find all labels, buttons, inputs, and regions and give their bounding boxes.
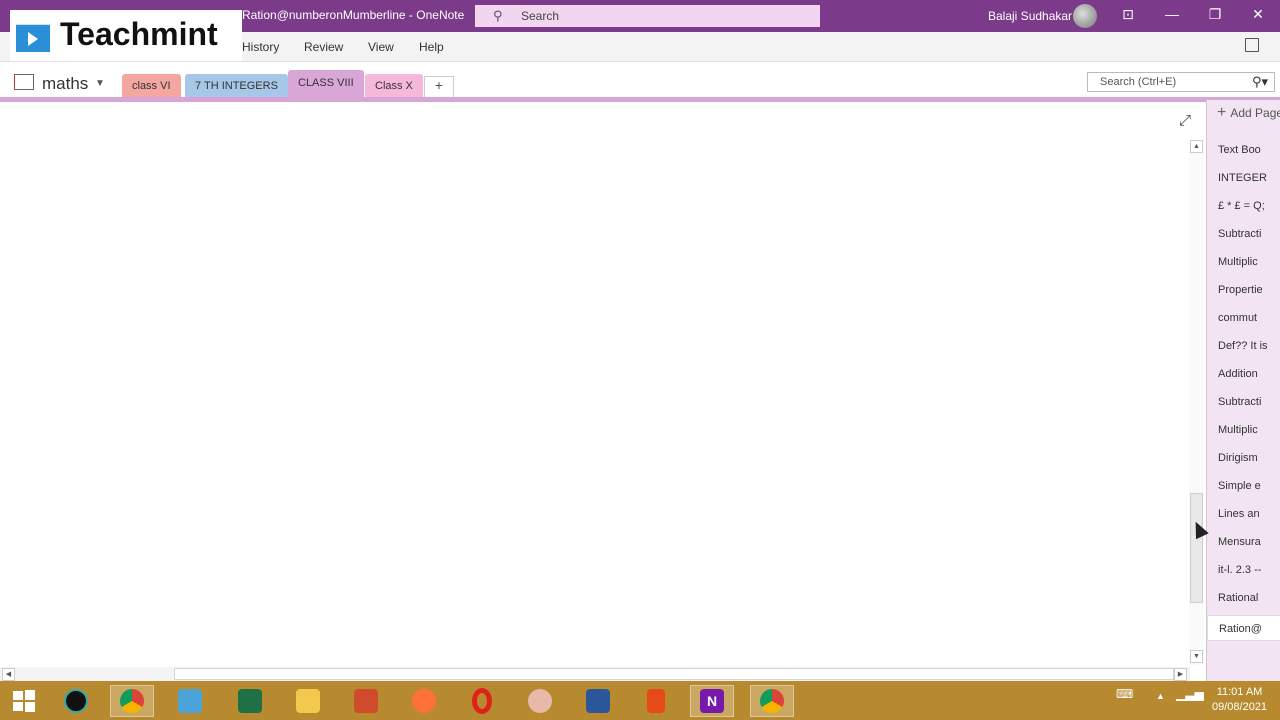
- page-item[interactable]: Mensura: [1218, 536, 1280, 548]
- page-item-current[interactable]: Ration@: [1207, 615, 1280, 641]
- snipping-tool-icon[interactable]: [518, 685, 562, 717]
- notebook-name[interactable]: maths: [42, 74, 88, 94]
- section-tab-label: 7 TH INTEGERS: [195, 80, 278, 92]
- title-search-placeholder: Search: [521, 9, 560, 23]
- teachmint-brand: Teachmint: [60, 16, 218, 52]
- page-item[interactable]: Addition: [1218, 368, 1280, 380]
- page-item[interactable]: INTEGER: [1218, 172, 1280, 184]
- notebook-search-placeholder: Search (Ctrl+E): [1100, 76, 1177, 88]
- ribbon-display-icon[interactable]: ⊡: [1118, 6, 1138, 23]
- scroll-left-arrow-icon[interactable]: ◀: [2, 668, 15, 681]
- clock-time: 11:01 AM: [1216, 686, 1263, 698]
- page-item[interactable]: it-l. 2.3 --: [1218, 564, 1280, 576]
- powerpoint-icon[interactable]: [344, 685, 388, 717]
- office-icon[interactable]: [634, 685, 678, 717]
- opera-icon[interactable]: [460, 685, 504, 717]
- chevron-down-icon[interactable]: ▼: [95, 78, 105, 89]
- teachmint-watermark: Teachmint: [10, 10, 242, 61]
- scroll-down-arrow-icon[interactable]: ▼: [1190, 650, 1203, 663]
- notebook-bar: maths ▼ class VI 7 TH INTEGERS CLASS VII…: [0, 62, 1280, 98]
- chrome-profile-icon[interactable]: [750, 685, 794, 717]
- windows-start-icon[interactable]: [2, 685, 46, 717]
- teachmint-logo-icon: [16, 24, 50, 52]
- menu-history[interactable]: History: [242, 40, 279, 54]
- section-tab-label: Class X: [375, 80, 413, 92]
- page-item[interactable]: £ * £ = Q;: [1218, 200, 1280, 212]
- title-search-box[interactable]: ⚲ Search: [475, 5, 820, 27]
- clock-date: 09/08/2021: [1212, 701, 1268, 713]
- system-clock[interactable]: 11:01 AM 09/08/2021: [1212, 685, 1267, 715]
- section-tab-class-vi[interactable]: class VI: [122, 74, 181, 98]
- excel-icon[interactable]: [228, 685, 272, 717]
- sticky-notes-icon[interactable]: [1245, 38, 1259, 52]
- page-item[interactable]: Subtracti: [1218, 396, 1280, 408]
- section-tab-label: class VI: [132, 80, 171, 92]
- menu-help[interactable]: Help: [419, 40, 444, 54]
- section-tab-7th-integers[interactable]: 7 TH INTEGERS: [185, 74, 288, 98]
- horizontal-scroll-thumb[interactable]: [174, 668, 1174, 680]
- scroll-right-arrow-icon[interactable]: ▶: [1174, 668, 1187, 681]
- close-button[interactable]: ✕: [1248, 6, 1268, 23]
- menu-review[interactable]: Review: [304, 40, 343, 54]
- keyboard-icon[interactable]: ⌨: [1116, 687, 1133, 701]
- taskbar: N ⌨ ▲ ▁▃▅ 11:01 AM 09/08/2021: [0, 681, 1280, 720]
- file-explorer-icon[interactable]: [286, 685, 330, 717]
- window-title: Ration@numberonMumberline - OneNote: [242, 8, 465, 22]
- search-icon: ⚲: [493, 8, 503, 23]
- scroll-up-arrow-icon[interactable]: ▲: [1190, 140, 1203, 153]
- page-item[interactable]: Subtracti: [1218, 228, 1280, 240]
- page-item[interactable]: Propertie: [1218, 284, 1280, 296]
- section-tab-class-x[interactable]: Class X: [365, 74, 423, 98]
- notebook-search-input[interactable]: Search (Ctrl+E) ⚲▾: [1087, 72, 1275, 92]
- add-page-button[interactable]: + Add Page: [1217, 104, 1280, 122]
- tray-expand-icon[interactable]: ▲: [1156, 691, 1165, 701]
- word-icon[interactable]: [576, 685, 620, 717]
- add-section-button[interactable]: +: [424, 76, 454, 98]
- expand-icon[interactable]: ⤢: [1179, 112, 1191, 129]
- media-player-icon[interactable]: [168, 685, 212, 717]
- page-item[interactable]: Multiplic: [1218, 424, 1280, 436]
- page-item[interactable]: Def?? It is: [1218, 340, 1280, 352]
- page-item[interactable]: Simple e: [1218, 480, 1280, 492]
- page-item[interactable]: Text Boo: [1218, 144, 1280, 156]
- add-page-label: Add Page: [1230, 106, 1280, 120]
- onenote-icon[interactable]: N: [690, 685, 734, 717]
- page-item[interactable]: Rational: [1218, 592, 1280, 604]
- section-tab-label: CLASS VIII: [298, 77, 354, 89]
- section-tab-class-viii[interactable]: CLASS VIII: [288, 70, 364, 98]
- page-item[interactable]: commut: [1218, 312, 1280, 324]
- vertical-scroll-thumb[interactable]: [1190, 493, 1203, 603]
- firefox-icon[interactable]: [402, 685, 446, 717]
- signal-icon[interactable]: ▁▃▅: [1176, 687, 1204, 701]
- vertical-scrollbar[interactable]: ▲ ▼: [1189, 140, 1204, 665]
- plus-icon: +: [1217, 104, 1227, 121]
- page-item[interactable]: Dirigism: [1218, 452, 1280, 464]
- maximize-button[interactable]: ❐: [1205, 6, 1225, 23]
- page-canvas[interactable]: [0, 102, 1190, 666]
- page-item[interactable]: Lines an: [1218, 508, 1280, 520]
- pen-app-icon[interactable]: [54, 685, 98, 717]
- user-avatar[interactable]: [1073, 4, 1097, 28]
- horizontal-scrollbar[interactable]: ◀ ▶: [0, 667, 1190, 681]
- pages-panel: + Add Page Text Boo INTEGER £ * £ = Q; Su…: [1206, 100, 1280, 681]
- user-name[interactable]: Balaji Sudhakar: [988, 9, 1072, 23]
- menu-view[interactable]: View: [368, 40, 394, 54]
- chrome-icon[interactable]: [110, 685, 154, 717]
- minimize-button[interactable]: —: [1162, 6, 1182, 22]
- notebook-icon: [14, 74, 34, 90]
- search-icon[interactable]: ⚲▾: [1252, 74, 1268, 90]
- page-item[interactable]: Multiplic: [1218, 256, 1280, 268]
